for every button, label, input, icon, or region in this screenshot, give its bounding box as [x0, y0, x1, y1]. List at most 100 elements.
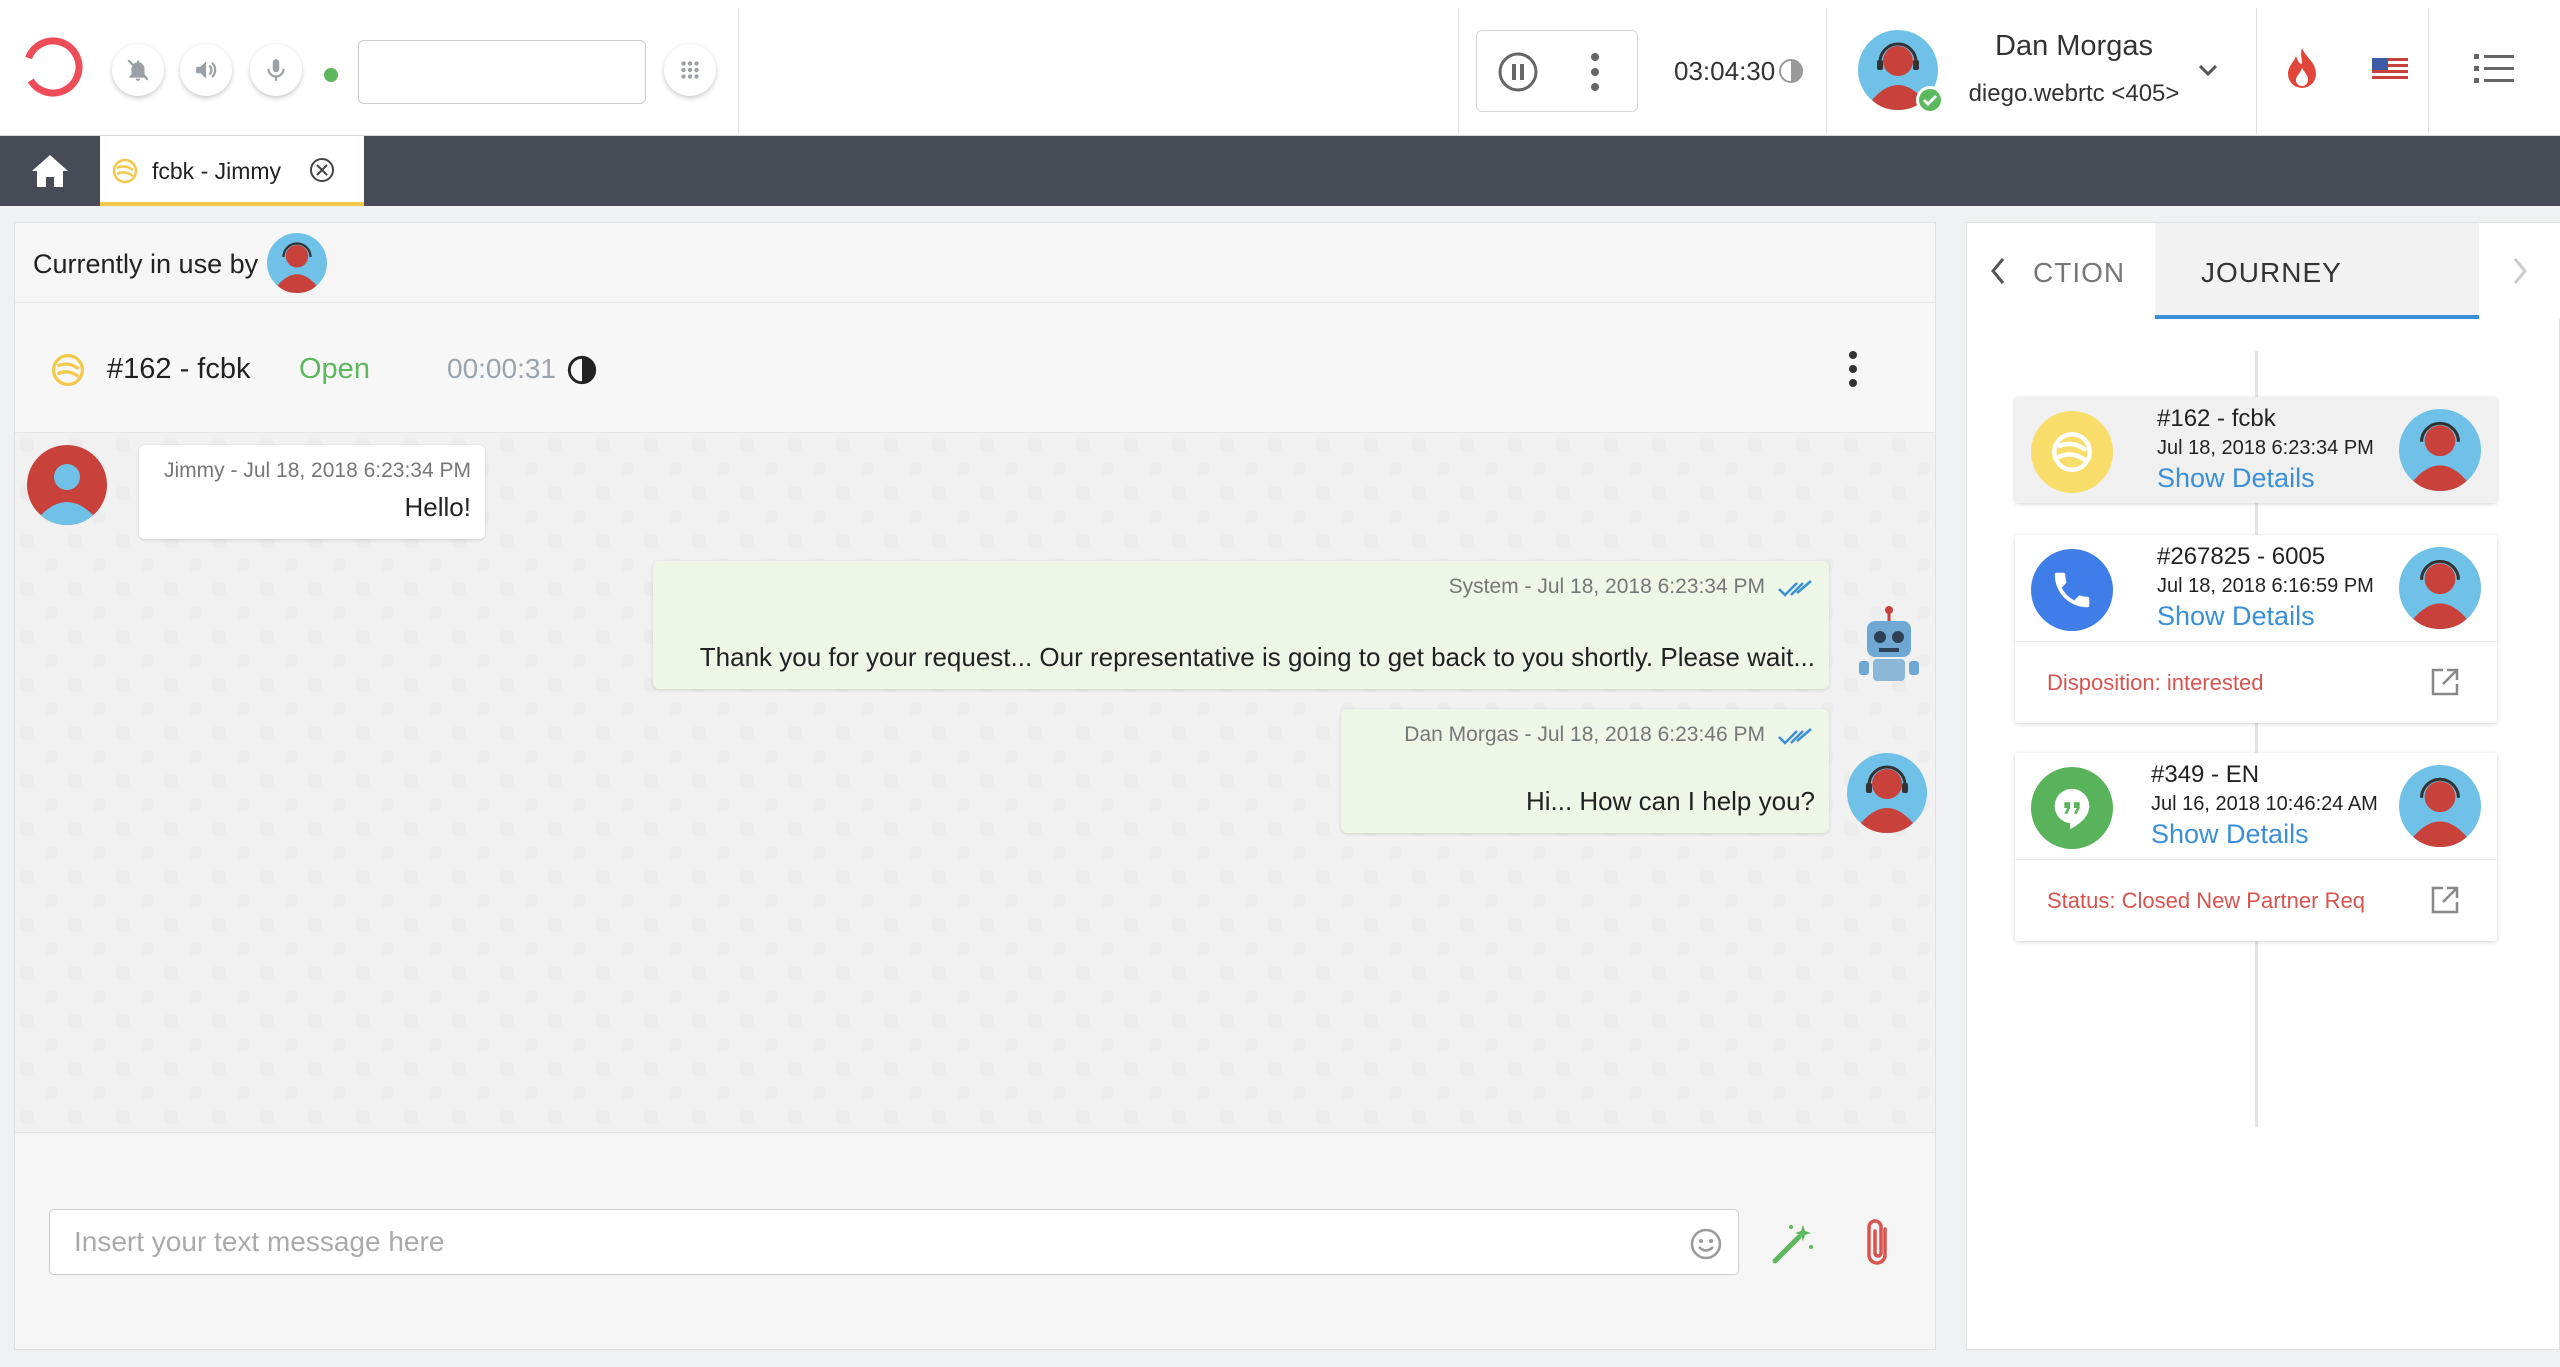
chevron-down-icon[interactable]: [2196, 60, 2220, 80]
message-meta: Jimmy - Jul 18, 2018 6:23:34 PM: [164, 459, 471, 482]
home-icon: [32, 155, 68, 187]
in-use-label: Currently in use by: [33, 249, 259, 279]
online-check-icon: [1916, 86, 1944, 114]
bell-off-icon: [127, 59, 149, 81]
avatar: [2399, 409, 2481, 491]
tab-journey-label: JOURNEY: [2201, 257, 2342, 288]
journey-card-date: Jul 18, 2018 6:23:34 PM: [2157, 437, 2374, 459]
open-external-icon[interactable]: [2429, 666, 2461, 698]
tab-conversation[interactable]: fcbk - Jimmy: [100, 136, 364, 206]
us-flag-icon[interactable]: [2372, 58, 2408, 82]
message-meta: Dan Morgas - Jul 18, 2018 6:23:46 PM: [1404, 723, 1765, 746]
top-bar: 03:04:30 Dan Morgas diego.webrtc <405>: [0, 0, 2560, 136]
fire-icon[interactable]: [2284, 46, 2320, 92]
chevron-right-icon[interactable]: [2509, 255, 2531, 287]
show-details-link[interactable]: Show Details: [2157, 463, 2315, 494]
divider: [2428, 8, 2429, 134]
divider: [1826, 8, 1827, 134]
logo-icon: [23, 37, 83, 97]
tab-bar: fcbk - Jimmy: [0, 136, 2560, 206]
paperclip-icon[interactable]: [1859, 1219, 1899, 1269]
close-circle-icon[interactable]: [308, 156, 336, 184]
pause-icon[interactable]: [1497, 51, 1539, 93]
ticket-title: #162 - fcbk: [107, 353, 251, 385]
avatar: [1847, 753, 1927, 833]
message-bubble: Dan Morgas - Jul 18, 2018 6:23:46 PM Hi.…: [1341, 709, 1829, 833]
home-button[interactable]: [0, 136, 100, 206]
facebook-icon: [51, 353, 85, 387]
avatar: [267, 233, 327, 293]
list-menu-icon[interactable]: [2474, 52, 2514, 86]
status-text: Status: Closed New Partner Req: [2047, 888, 2365, 913]
more-vert-icon[interactable]: [1589, 51, 1601, 93]
avatar: [2399, 547, 2481, 629]
phone-icon: [2031, 549, 2113, 631]
call-timer: 03:04:30: [1674, 56, 1776, 86]
journey-card-main: #349 - EN Jul 16, 2018 10:46:24 AM Show …: [2015, 753, 2497, 859]
ticket-status: Open: [299, 353, 370, 385]
facebook-icon: [2031, 411, 2113, 493]
dialpad-button[interactable]: [664, 44, 716, 96]
journey-card-title: #162 - fcbk: [2157, 405, 2276, 432]
magic-wand-icon[interactable]: [1769, 1221, 1815, 1267]
dial-input[interactable]: [358, 40, 646, 104]
divider: [1458, 8, 1459, 134]
chat-messages: Jimmy - Jul 18, 2018 6:23:34 PM Hello! S…: [15, 433, 1935, 1133]
ticket-header: #162 - fcbk Open 00:00:31: [15, 303, 1935, 433]
user-extension: diego.webrtc <405>: [1968, 80, 2180, 107]
user-name: Dan Morgas: [1995, 30, 2153, 62]
journey-card-footer: Status: Closed New Partner Req: [2015, 859, 2497, 941]
tab-label: fcbk - Jimmy: [152, 158, 282, 184]
conversation-panel: Currently in use by #162 - fcbk Open 00:…: [14, 222, 1936, 1350]
chevron-left-icon[interactable]: [1987, 255, 2009, 287]
in-use-row: Currently in use by: [15, 223, 1935, 303]
mic-icon: [267, 59, 285, 81]
message-text: Thank you for your request... Our repres…: [699, 642, 1815, 672]
message-bubble: Jimmy - Jul 18, 2018 6:23:34 PM Hello!: [139, 445, 485, 539]
divider: [2256, 8, 2257, 134]
call-controls: [1476, 30, 1638, 112]
side-panel: CTION JOURNEY #162 - fcbk Jul 18, 2018 6…: [1966, 222, 2560, 1350]
journey-card-date: Jul 16, 2018 10:46:24 AM: [2151, 793, 2378, 815]
timer-icon: [567, 355, 597, 385]
journey-card-title: #267825 - 6005: [2157, 543, 2326, 570]
connection-status-dot: [324, 68, 338, 82]
message-text: Hello!: [404, 492, 471, 522]
emoji-icon[interactable]: [1689, 1227, 1723, 1261]
double-check-icon: [1778, 580, 1812, 597]
journey-card-date: Jul 18, 2018 6:16:59 PM: [2157, 575, 2374, 597]
tab-journey[interactable]: JOURNEY: [2155, 223, 2479, 319]
journey-card: #162 - fcbk Jul 18, 2018 6:23:34 PM Show…: [2015, 397, 2497, 503]
ticket-timer: 00:00:31: [447, 353, 556, 384]
journey-card-main: #267825 - 6005 Jul 18, 2018 6:16:59 PM S…: [2015, 535, 2497, 641]
show-details-link[interactable]: Show Details: [2151, 819, 2309, 850]
side-tabs: CTION JOURNEY: [1967, 223, 2560, 319]
robot-icon: [1859, 606, 1919, 681]
message-bubble: System - Jul 18, 2018 6:23:34 PM Thank y…: [653, 561, 1829, 689]
microphone-button[interactable]: [250, 44, 302, 96]
show-details-link[interactable]: Show Details: [2157, 601, 2315, 632]
tab-interaction[interactable]: CTION: [2033, 257, 2125, 289]
divider: [738, 8, 739, 134]
message-composer: [15, 1133, 1935, 1349]
journey-card-title: #349 - EN: [2151, 761, 2260, 788]
volume-icon: [196, 61, 217, 79]
avatar: [27, 445, 107, 525]
facebook-icon: [112, 158, 138, 184]
disposition-text: Disposition: interested: [2047, 670, 2264, 695]
hangouts-icon: [2031, 767, 2113, 849]
journey-card: #349 - EN Jul 16, 2018 10:46:24 AM Show …: [2015, 753, 2497, 941]
dialpad-icon: [681, 61, 699, 79]
volume-button[interactable]: [180, 44, 232, 96]
avatar: [2399, 765, 2481, 847]
mute-notifications-button[interactable]: [112, 44, 164, 96]
journey-card-main: #162 - fcbk Jul 18, 2018 6:23:34 PM Show…: [2015, 397, 2497, 503]
journey-card-footer: Disposition: interested: [2015, 641, 2497, 723]
open-external-icon[interactable]: [2429, 884, 2461, 916]
message-meta: System - Jul 18, 2018 6:23:34 PM: [1448, 575, 1765, 598]
double-check-icon: [1778, 728, 1812, 745]
message-input[interactable]: [49, 1209, 1739, 1275]
more-vert-icon[interactable]: [1847, 349, 1859, 389]
timer-icon: [1779, 59, 1803, 83]
message-text: Hi... How can I help you?: [1525, 786, 1815, 816]
